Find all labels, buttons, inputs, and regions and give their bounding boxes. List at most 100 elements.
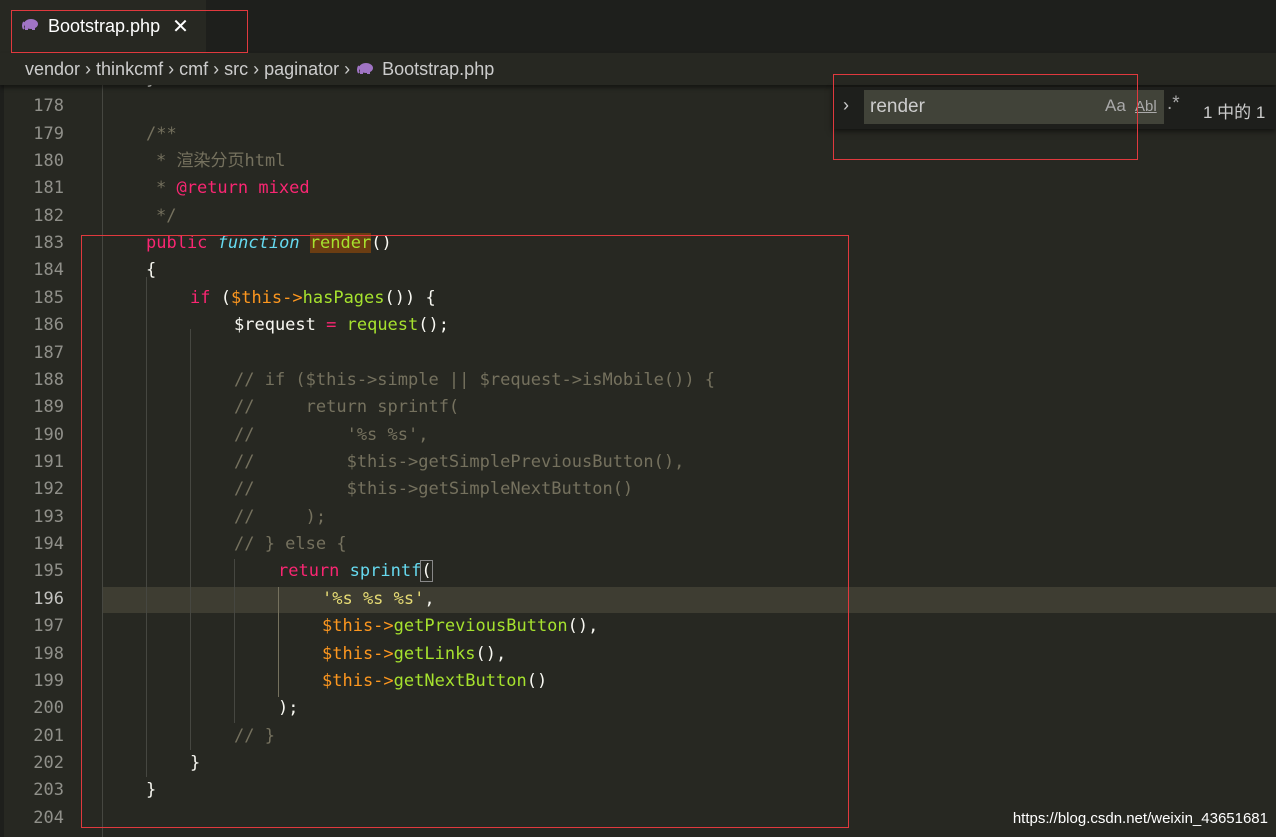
code-token: } bbox=[146, 780, 157, 800]
code-token: $this-> bbox=[322, 671, 394, 691]
code-token: public bbox=[146, 233, 208, 253]
code-token: */ bbox=[156, 206, 177, 226]
match-count: 1 中的 1 bbox=[1203, 103, 1266, 122]
code-token: (), bbox=[475, 644, 507, 664]
code-token: // if ($this->simple || $request->isMobi… bbox=[234, 370, 716, 390]
code-token: if bbox=[190, 288, 211, 308]
code-line: 187 bbox=[0, 340, 1276, 367]
toggle-replace-chevron-icon[interactable]: › bbox=[843, 95, 849, 116]
code-token: ); bbox=[278, 698, 299, 718]
chevron-right-icon: › bbox=[253, 58, 260, 79]
match-case-icon[interactable]: Aa bbox=[1105, 96, 1126, 116]
code-line: 190 // '%s %s', bbox=[0, 422, 1276, 449]
line-number: 182 bbox=[33, 206, 64, 226]
use-regex-icon[interactable]: .* bbox=[1167, 93, 1180, 115]
find-input-value: render bbox=[870, 96, 925, 117]
code-line: 182 */ bbox=[0, 203, 1276, 230]
chevron-right-icon: › bbox=[85, 58, 92, 79]
code-line: 202 } bbox=[0, 750, 1276, 777]
code-token: mixed bbox=[248, 178, 310, 198]
code-editor[interactable]: 177 } 178 179 /** 180 * 渲染分页html 181 * @… bbox=[0, 85, 1276, 837]
line-number: 177 bbox=[0, 85, 64, 93]
code-line: 186 $request = request(); bbox=[0, 312, 1276, 339]
code-token: /** bbox=[146, 124, 177, 144]
chevron-right-icon: › bbox=[168, 58, 175, 79]
code-line-current: 196 '%s %s %s', bbox=[0, 586, 1276, 613]
code-line: 199 $this->getNextButton() bbox=[0, 668, 1276, 695]
chevron-right-icon: › bbox=[213, 58, 220, 79]
code-line: 198 $this->getLinks(), bbox=[0, 641, 1276, 668]
breadcrumb-item-src[interactable]: src bbox=[224, 59, 248, 80]
code-line: 185 if ($this->hasPages()) { bbox=[0, 285, 1276, 312]
breadcrumb-item-vendor[interactable]: vendor bbox=[25, 59, 80, 80]
code-token: // ); bbox=[234, 507, 327, 527]
breadcrumb-item-file[interactable]: Bootstrap.php bbox=[382, 59, 494, 80]
code-line: 189 // return sprintf( bbox=[0, 394, 1276, 421]
line-number: 190 bbox=[33, 425, 64, 445]
editor-tab-bootstrap-php[interactable]: Bootstrap.php ✕ bbox=[0, 0, 206, 53]
code-token: (), bbox=[567, 616, 599, 636]
line-number: 201 bbox=[33, 726, 64, 746]
line-number: 180 bbox=[33, 151, 64, 171]
code-line: 200 ); bbox=[0, 695, 1276, 722]
line-number: 187 bbox=[33, 343, 64, 363]
line-number: 184 bbox=[33, 260, 64, 280]
code-line: 195 return sprintf( bbox=[0, 558, 1276, 585]
bracket-match: ( bbox=[420, 560, 433, 582]
code-token: sprintf bbox=[349, 561, 422, 581]
line-number: 198 bbox=[33, 644, 64, 664]
find-match-highlight: render bbox=[309, 233, 372, 253]
code-token: } bbox=[190, 753, 201, 773]
code-token: () bbox=[526, 671, 548, 691]
code-token: hasPages bbox=[302, 288, 385, 308]
code-line: 194 // } else { bbox=[0, 531, 1276, 558]
code-token: * bbox=[156, 151, 177, 171]
code-token: , bbox=[424, 589, 435, 609]
match-whole-word-icon[interactable]: Abl bbox=[1135, 98, 1157, 115]
code-token: $request bbox=[234, 315, 316, 335]
code-line: 188 // if ($this->simple || $request->is… bbox=[0, 367, 1276, 394]
line-number: 191 bbox=[33, 452, 64, 472]
line-number: 192 bbox=[33, 479, 64, 499]
code-token: getLinks bbox=[393, 644, 476, 664]
tab-bar: Bootstrap.php ✕ bbox=[0, 0, 1276, 53]
line-number: 202 bbox=[33, 753, 64, 773]
code-line: 183 public function render() bbox=[0, 230, 1276, 257]
line-number: 196 bbox=[33, 589, 64, 609]
watermark: https://blog.csdn.net/weixin_43651681 bbox=[1012, 810, 1268, 827]
code-token: * bbox=[156, 178, 177, 198]
line-number: 204 bbox=[33, 808, 64, 828]
code-token: // $this->getSimplePreviousButton(), bbox=[234, 452, 685, 472]
tab-label: Bootstrap.php bbox=[48, 16, 161, 36]
code-token: ()) { bbox=[384, 288, 436, 308]
line-number: 181 bbox=[33, 178, 64, 198]
code-token: 渲染分页html bbox=[176, 151, 286, 171]
code-token: getPreviousButton bbox=[393, 616, 568, 636]
breadcrumb: vendor › thinkcmf › cmf › src › paginato… bbox=[0, 53, 1276, 85]
code-token: @return bbox=[176, 178, 249, 198]
code-token: '%s %s %s' bbox=[322, 589, 425, 609]
code-token: function bbox=[217, 233, 300, 253]
code-line: 180 * 渲染分页html bbox=[0, 148, 1276, 175]
code-token: { bbox=[146, 260, 157, 280]
code-line: 203 } bbox=[0, 777, 1276, 804]
line-number: 199 bbox=[33, 671, 64, 691]
code-line: 201 // } bbox=[0, 723, 1276, 750]
php-elephant-icon bbox=[22, 17, 40, 36]
code-line: 193 // ); bbox=[0, 504, 1276, 531]
breadcrumb-item-paginator[interactable]: paginator bbox=[264, 59, 339, 80]
line-number: 193 bbox=[33, 507, 64, 527]
line-number: 197 bbox=[33, 616, 64, 636]
code-token: (); bbox=[418, 315, 449, 335]
code-token: // } else { bbox=[234, 534, 347, 554]
code-line: 197 $this->getPreviousButton(), bbox=[0, 613, 1276, 640]
code-token: = bbox=[315, 315, 347, 335]
line-number: 179 bbox=[33, 124, 64, 144]
close-icon[interactable]: ✕ bbox=[172, 17, 189, 37]
breadcrumb-item-cmf[interactable]: cmf bbox=[179, 59, 208, 80]
code-token: () bbox=[371, 233, 392, 253]
code-line: 192 // $this->getSimpleNextButton() bbox=[0, 476, 1276, 503]
code-token: request bbox=[346, 315, 419, 335]
code-line: 181 * @return mixed bbox=[0, 175, 1276, 202]
breadcrumb-item-thinkcmf[interactable]: thinkcmf bbox=[96, 59, 163, 80]
